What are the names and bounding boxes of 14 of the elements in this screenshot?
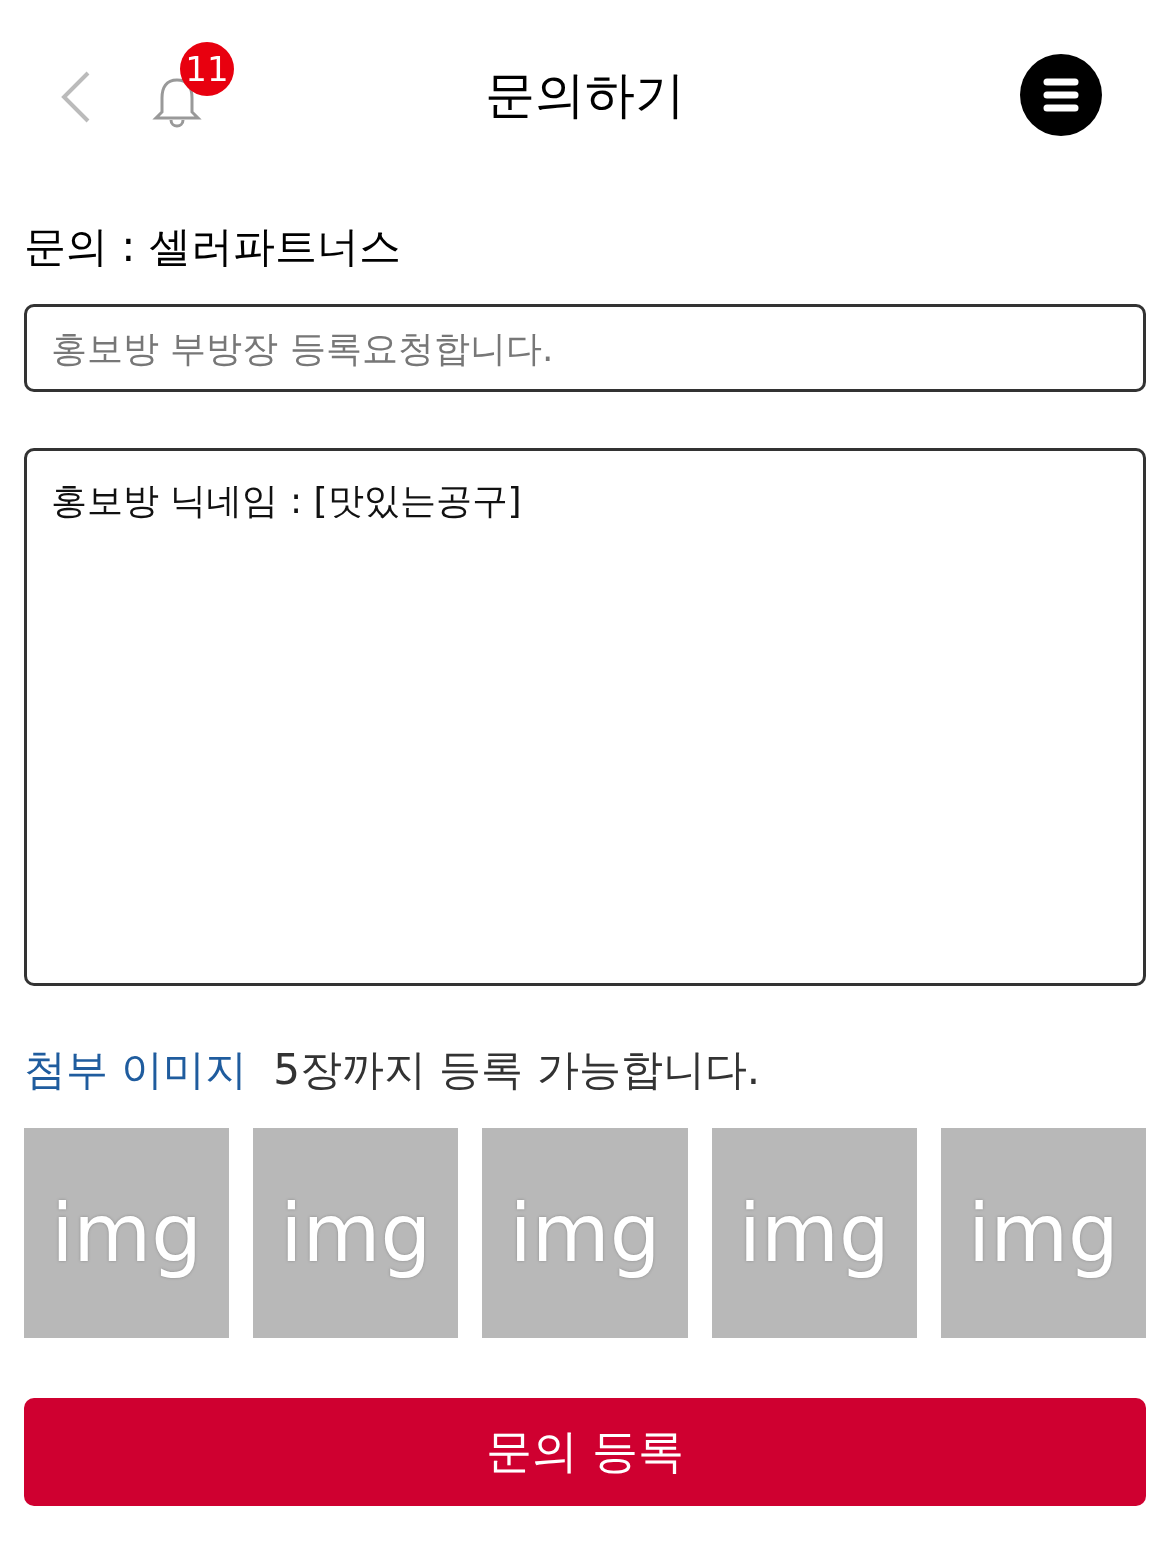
image-slot[interactable]: img [711,1128,917,1338]
attachment-title: 첨부 이미지 [24,1044,248,1096]
menu-icon[interactable] [1020,54,1102,136]
subject-field[interactable]: 홍보방 부방장 등록요청합니다. [24,304,1146,392]
attachment-hint: 5장까지 등록 가능합니다. [273,1044,761,1096]
image-slot[interactable]: img [482,1128,688,1338]
message-field[interactable]: 홍보방 닉네임 : [맛있는공구] [24,448,1146,986]
inquiry-label: 문의 : 셀러파트너스 [24,222,402,272]
image-slot[interactable]: img [253,1128,459,1338]
image-slot[interactable]: img [24,1128,230,1338]
image-slot[interactable]: img [940,1128,1146,1338]
submit-button[interactable]: 문의 등록 [24,1398,1146,1506]
notification-badge: 11 [180,42,234,96]
page-title: 문의하기 [485,64,685,126]
